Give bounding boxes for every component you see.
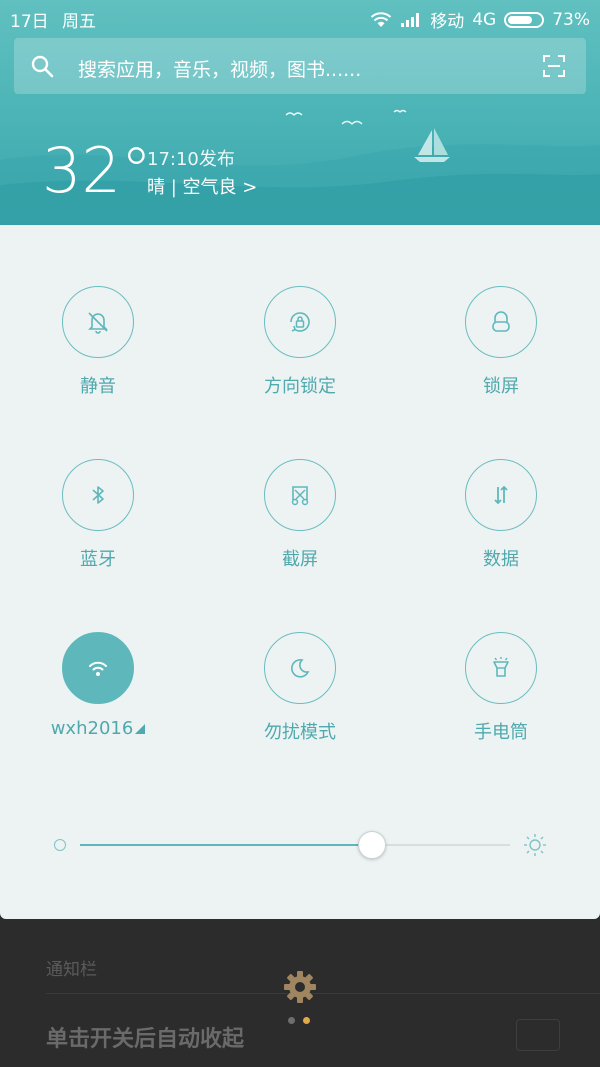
search-box[interactable]: 搜索应用，音乐，视频，图书...... xyxy=(14,38,586,94)
toggle-screenshot[interactable]: 截屏 xyxy=(220,459,380,589)
status-weekday: 周五 xyxy=(62,12,97,32)
data-arrows-icon xyxy=(494,485,508,505)
notification-heading: 通知栏 xyxy=(46,960,97,980)
toggle-flashlight[interactable]: 手电筒 xyxy=(421,632,581,762)
moon-icon xyxy=(291,659,310,678)
toggle-wifi-circle[interactable] xyxy=(62,632,134,704)
toggle-label: 勿扰模式 xyxy=(264,722,336,743)
toggle-label: 静音 xyxy=(80,376,116,397)
notification-shade-header: 17日 周五 移动 4G 73% 搜索应用，音乐，视频，图书...... 32°… xyxy=(0,0,600,225)
bell-off-icon xyxy=(88,312,108,334)
quick-settings-panel: 静音 方向锁定 锁屏 蓝牙 截屏 数据 wxh2016 勿扰模式 手电筒 xyxy=(0,225,600,919)
status-bar: 17日 周五 移动 4G 73% xyxy=(0,0,600,34)
search-icon xyxy=(31,55,54,78)
brightness-slider[interactable] xyxy=(80,831,510,859)
battery-percent: 73% xyxy=(552,9,590,30)
divider xyxy=(46,993,600,994)
toggle-wifi[interactable]: wxh2016 xyxy=(18,632,178,762)
toggle-label: 数据 xyxy=(483,549,519,570)
wifi-network-name: wxh2016 xyxy=(50,718,134,739)
carrier-name: 移动 xyxy=(430,12,465,32)
toggle-label: 蓝牙 xyxy=(80,549,116,570)
wifi-icon xyxy=(89,661,107,676)
screenshot-icon xyxy=(291,486,309,506)
page-indicator xyxy=(288,1017,312,1025)
toggle-label-wifi: wxh2016 xyxy=(18,718,178,739)
toggle-label: 截屏 xyxy=(282,549,318,570)
bluetooth-icon xyxy=(92,486,104,504)
page-dot-2-active xyxy=(303,1017,310,1024)
wifi-more-arrow-icon[interactable] xyxy=(135,724,146,734)
toggle-do-not-disturb[interactable]: 勿扰模式 xyxy=(220,632,380,762)
toggle-lock-screen[interactable]: 锁屏 xyxy=(421,286,581,416)
battery-icon xyxy=(504,11,545,28)
toggle-mobile-data[interactable]: 数据 xyxy=(421,459,581,589)
toggle-label: 锁屏 xyxy=(483,376,519,397)
search-placeholder: 搜索应用，音乐，视频，图书...... xyxy=(78,59,362,81)
auto-collapse-label: 单击开关后自动收起 xyxy=(46,1027,245,1052)
brightness-slider-thumb[interactable] xyxy=(358,831,387,859)
toggle-rotation-lock[interactable]: 方向锁定 xyxy=(220,286,380,416)
toggle-flashlight-circle[interactable] xyxy=(465,632,537,704)
toggle-screenshot-circle[interactable] xyxy=(264,459,336,531)
auto-collapse-switch[interactable] xyxy=(516,1019,560,1051)
notification-settings-area: 通知栏 单击开关后自动收起 xyxy=(0,919,600,1067)
toggle-label: 手电筒 xyxy=(474,722,528,743)
weather-temperature[interactable]: 32° xyxy=(42,134,152,207)
brightness-high-icon xyxy=(524,834,546,856)
toggle-rotation-lock-circle[interactable] xyxy=(264,286,336,358)
toggle-bluetooth[interactable]: 蓝牙 xyxy=(18,459,178,589)
scan-icon[interactable] xyxy=(542,54,566,78)
toggle-bluetooth-circle[interactable] xyxy=(62,459,134,531)
wifi-signal-icon xyxy=(371,11,392,27)
network-type: 4G xyxy=(472,9,497,30)
brightness-slider-row xyxy=(0,830,600,860)
toggle-mobile-data-circle[interactable] xyxy=(465,459,537,531)
battery-fill xyxy=(508,15,532,24)
toggle-lock-screen-circle[interactable] xyxy=(465,286,537,358)
flashlight-icon xyxy=(493,657,509,677)
brightness-low-icon xyxy=(54,839,66,851)
brightness-slider-fill xyxy=(80,844,373,846)
cellular-signal-icon xyxy=(401,12,420,27)
rotation-lock-icon xyxy=(290,312,310,332)
status-date: 17日 xyxy=(10,12,49,32)
toggle-mute[interactable]: 静音 xyxy=(18,286,178,416)
gear-icon[interactable] xyxy=(282,969,318,1005)
toggle-do-not-disturb-circle[interactable] xyxy=(264,632,336,704)
weather-publish-time: 17:10发布 xyxy=(147,149,235,170)
page-dot-1 xyxy=(288,1017,295,1024)
toggle-label: 方向锁定 xyxy=(264,376,336,397)
lock-icon xyxy=(492,311,510,332)
toggle-mute-circle[interactable] xyxy=(62,286,134,358)
weather-condition-link[interactable]: 晴 | 空气良 > xyxy=(147,173,257,199)
